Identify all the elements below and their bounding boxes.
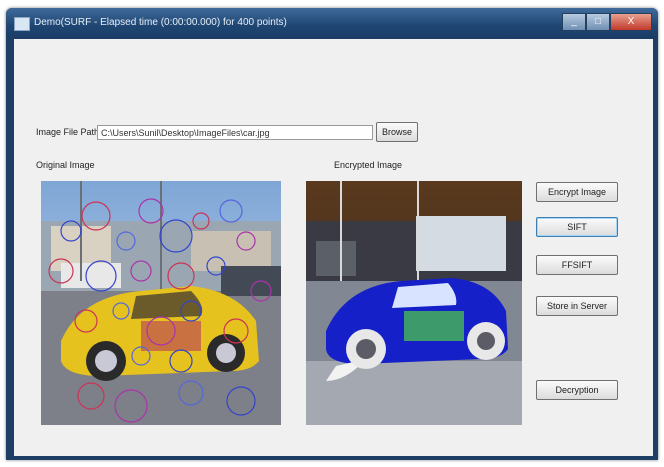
window-controls: _ □ X [562, 13, 652, 31]
image-path-field[interactable] [97, 125, 373, 140]
minimize-button[interactable]: _ [562, 13, 586, 31]
decryption-button[interactable]: Decryption [536, 380, 618, 400]
maximize-button[interactable]: □ [586, 13, 610, 31]
encrypted-image-label: Encrypted Image [334, 160, 403, 170]
original-image-label: Original Image [36, 160, 95, 170]
original-image [41, 181, 281, 425]
app-icon [14, 17, 30, 31]
store-in-server-button[interactable]: Store in Server [536, 296, 618, 316]
original-image-graphic [41, 181, 281, 425]
encrypted-image [306, 181, 522, 425]
ffsift-button[interactable]: FFSIFT [536, 255, 618, 275]
close-button[interactable]: X [610, 13, 652, 31]
encrypt-image-button[interactable]: Encrypt Image [536, 182, 618, 202]
encrypted-image-graphic [306, 181, 522, 425]
image-path-label: Image File Path : [36, 127, 105, 137]
title-bar[interactable]: Demo(SURF - Elapsed time (0:00:00.000) f… [6, 8, 658, 38]
app-window: Demo(SURF - Elapsed time (0:00:00.000) f… [6, 8, 658, 460]
form-client-area: Image File Path : Browse Original Image … [14, 39, 653, 456]
browse-button[interactable]: Browse [376, 122, 418, 142]
sift-button[interactable]: SIFT [536, 217, 618, 237]
window-title: Demo(SURF - Elapsed time (0:00:00.000) f… [34, 17, 287, 28]
